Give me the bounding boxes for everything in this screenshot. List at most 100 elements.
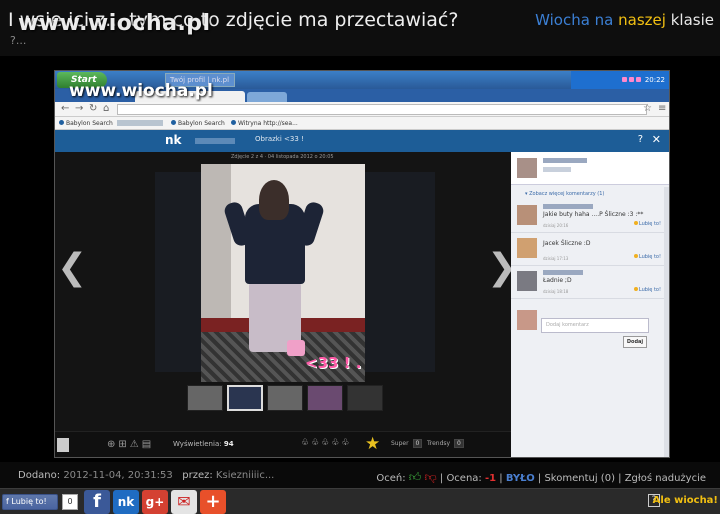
tray-icon xyxy=(621,77,627,82)
tray-clock: 20:22 xyxy=(644,76,665,84)
bookmark-icon xyxy=(59,120,64,125)
comment-date: dzisiaj 17:13 xyxy=(543,256,569,261)
like-icon xyxy=(633,254,638,258)
add-comment-button: Dodaj xyxy=(623,336,647,348)
comment-like-link: Lubię to! xyxy=(633,254,661,260)
medal-icon: ♧ xyxy=(321,438,332,448)
bylo-button[interactable]: BYŁO xyxy=(506,473,535,484)
browser-address-bar: ← → ↻ ⌂ ☆ ≡ xyxy=(55,102,669,117)
comment-link[interactable]: Skomentuj (0) xyxy=(544,473,615,484)
avatar xyxy=(517,205,537,225)
sidebar-scrollbar xyxy=(664,187,669,457)
watermark-logo: www.wiocha.pl xyxy=(18,11,211,36)
trend-counter: Trendsy 0 xyxy=(427,439,464,448)
share-plus-icon[interactable]: + xyxy=(200,490,226,514)
more-comments-link: ▾ Zobacz więcej komentarzy (1) xyxy=(525,191,605,197)
bookmark-item: Babylon Search xyxy=(171,120,225,127)
thumbnail xyxy=(227,385,263,411)
prev-photo-icon: ❮ xyxy=(57,247,88,288)
thumbnail xyxy=(267,385,303,411)
zoom-icon: ⊕ xyxy=(107,439,119,450)
thumbnail-strip xyxy=(187,385,387,413)
viewer-tool-icons: ⊕⊞⚠▤ xyxy=(107,439,154,450)
nk-header-bar: nk Obrazki <33 ! ? ✕ xyxy=(55,130,669,152)
author-label: przez: xyxy=(182,470,213,481)
nk-logo: nk xyxy=(165,133,182,147)
added-label: Dodano: xyxy=(18,470,61,481)
facebook-share-icon[interactable]: f xyxy=(84,490,110,514)
comment-like-link: Lubię to! xyxy=(633,287,661,293)
score-value: -1 xyxy=(484,473,497,484)
views-counter: Wyświetlenia: 94 xyxy=(173,440,234,448)
ale-wiocha-link[interactable]: Ale wiocha! xyxy=(653,495,718,506)
embedded-screenshot[interactable]: Start Twój profil | nk.pl 20:22 www.wioc… xyxy=(54,70,670,458)
author-name-blurred xyxy=(543,158,587,163)
comment-text: Jakie buty haha ....P Śliczne :3 :** xyxy=(543,211,644,218)
added-date: 2012-11-04, 20:31:53 xyxy=(63,470,173,481)
brand-part-naszej: naszej xyxy=(618,11,666,29)
gold-star-icon: ★ xyxy=(365,434,381,454)
rate-label: Oceń: xyxy=(376,473,406,484)
star-icon: ☆ xyxy=(643,103,652,114)
browser-new-tab xyxy=(247,92,287,102)
post-meta: Dodano: 2012-11-04, 20:31:53 przez: Ksie… xyxy=(18,470,274,481)
home-icon: ⌂ xyxy=(103,103,110,114)
tray-icon xyxy=(635,77,641,82)
comment-date: dzisiaj 20:16 xyxy=(543,223,569,228)
facebook-like-button[interactable]: f Lubię to! xyxy=(2,494,58,510)
main-photo: <33 ! . xyxy=(201,164,365,382)
comment-date: dzisiaj 18:18 xyxy=(543,289,569,294)
author-box xyxy=(511,152,669,185)
thumbs-up-icon[interactable]: 👍︎ xyxy=(409,470,422,484)
bookmark-item: Witryna http://sea... xyxy=(231,120,298,127)
post-actions: Oceń: 👍︎ 👎︎ | Ocena: -1 | BYŁO | Skoment… xyxy=(376,470,706,484)
commenter-name-blurred xyxy=(543,204,593,209)
nk-small-logo xyxy=(57,438,69,452)
like-count: 0 xyxy=(62,494,78,510)
photo-overlay-text: <33 ! . xyxy=(305,354,362,372)
resize-icon: ⊞ xyxy=(118,439,130,450)
help-icon: ? xyxy=(637,134,643,145)
comment-input: Dodaj komentarz xyxy=(541,318,649,333)
nk-share-icon[interactable]: nk xyxy=(113,490,139,514)
photo-figure-boot xyxy=(287,340,305,356)
comment-text: Jacek Śliczne :D xyxy=(543,240,591,247)
author-meta-blurred xyxy=(543,167,571,172)
medal-icon: ♧ xyxy=(311,438,322,448)
comment-text: Ładnie ;D xyxy=(543,277,572,284)
forward-icon: → xyxy=(75,103,84,114)
report-link[interactable]: Zgłoś nadużycie xyxy=(625,473,706,484)
viewer-footer: ⊕⊞⚠▤ Wyświetlenia: 94 ♧♧♧♧♧ ★ Super 0 Tr… xyxy=(55,431,511,457)
brand-part-klasie: klasie xyxy=(670,11,714,29)
google-plus-icon[interactable]: g+ xyxy=(142,490,168,514)
avatar xyxy=(517,271,537,291)
like-icon xyxy=(633,221,638,225)
thumbnail xyxy=(187,385,223,411)
tray-icon xyxy=(628,77,634,82)
thumbs-down-icon[interactable]: 👎︎ xyxy=(425,470,437,484)
photo-viewer: ❮ ❯ Zdjęcie 2 z 4 · 04 listopada 2012 o … xyxy=(55,152,517,457)
page-subtitle: ?... xyxy=(10,34,27,47)
bookmark-blurred xyxy=(117,120,163,126)
bookmark-icon xyxy=(171,120,176,125)
nk-album-tab: Obrazki <33 ! xyxy=(255,135,304,143)
delete-icon: ▤ xyxy=(141,439,155,450)
avatar xyxy=(517,158,537,178)
url-field xyxy=(117,104,647,115)
site-brand-link[interactable]: Wiocha na naszej klasie xyxy=(535,11,714,29)
facebook-small-icon: f xyxy=(6,497,9,506)
comment-like-link: Lubię to! xyxy=(633,221,661,227)
comment-item: Jakie buty haha ....P Śliczne :3 :** dzi… xyxy=(511,201,669,233)
like-icon xyxy=(633,287,638,291)
medal-icon: ♧ xyxy=(341,438,352,448)
bookmarks-bar: Babylon Search Babylon Search Witryna ht… xyxy=(55,117,669,130)
page-header: I wsie ici z... tym co to zdjęcie ma prz… xyxy=(0,0,720,56)
avatar xyxy=(517,310,537,330)
mail-icon[interactable]: ✉ xyxy=(171,490,197,514)
system-tray: 20:22 xyxy=(571,71,669,89)
thumbnail xyxy=(347,385,383,411)
comments-sidebar: ▾ Zobacz więcej komentarzy (1) Jakie but… xyxy=(511,152,669,457)
super-counter: Super 0 xyxy=(391,439,423,448)
author-link[interactable]: Ksiezniiiic... xyxy=(216,470,274,481)
brand-part-wiocha: Wiocha na xyxy=(535,11,614,29)
